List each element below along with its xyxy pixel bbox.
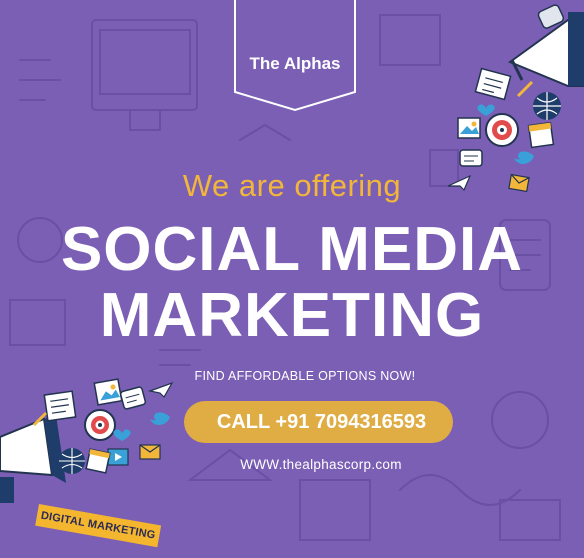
intro-text: We are offering bbox=[182, 168, 402, 203]
twitter-bird-icon bbox=[150, 412, 170, 425]
calendar-icon bbox=[85, 448, 111, 474]
globe-icon bbox=[533, 92, 561, 120]
globe-icon bbox=[59, 448, 85, 474]
image-icon bbox=[457, 117, 481, 139]
heart-icon bbox=[113, 429, 131, 441]
image-icon bbox=[93, 378, 123, 406]
chat-bubble-icon bbox=[119, 386, 147, 410]
envelope-icon bbox=[139, 444, 161, 460]
video-play-icon bbox=[107, 448, 129, 466]
newspaper-icon bbox=[474, 67, 512, 101]
brand-tag: The Alphas bbox=[233, 0, 357, 112]
headline-line-1: SOCIAL MEDIA bbox=[60, 215, 524, 284]
megaphone-illustration-bottom-left bbox=[0, 378, 174, 503]
chat-bubble-icon bbox=[459, 149, 483, 167]
call-button[interactable]: CALL +91 7094316593 bbox=[184, 401, 453, 443]
headline-line-2: MARKETING bbox=[99, 281, 485, 350]
calendar-icon bbox=[527, 121, 555, 149]
heart-icon bbox=[477, 104, 495, 116]
pencil-icon bbox=[516, 80, 534, 98]
megaphone-icon bbox=[0, 415, 66, 503]
newspaper-icon bbox=[43, 390, 77, 422]
target-icon bbox=[485, 113, 519, 147]
megaphone-icon bbox=[507, 4, 584, 87]
twitter-bird-icon bbox=[514, 151, 534, 164]
brand-name: The Alphas bbox=[249, 54, 341, 73]
target-icon bbox=[84, 409, 116, 441]
paper-plane-icon bbox=[147, 381, 174, 398]
